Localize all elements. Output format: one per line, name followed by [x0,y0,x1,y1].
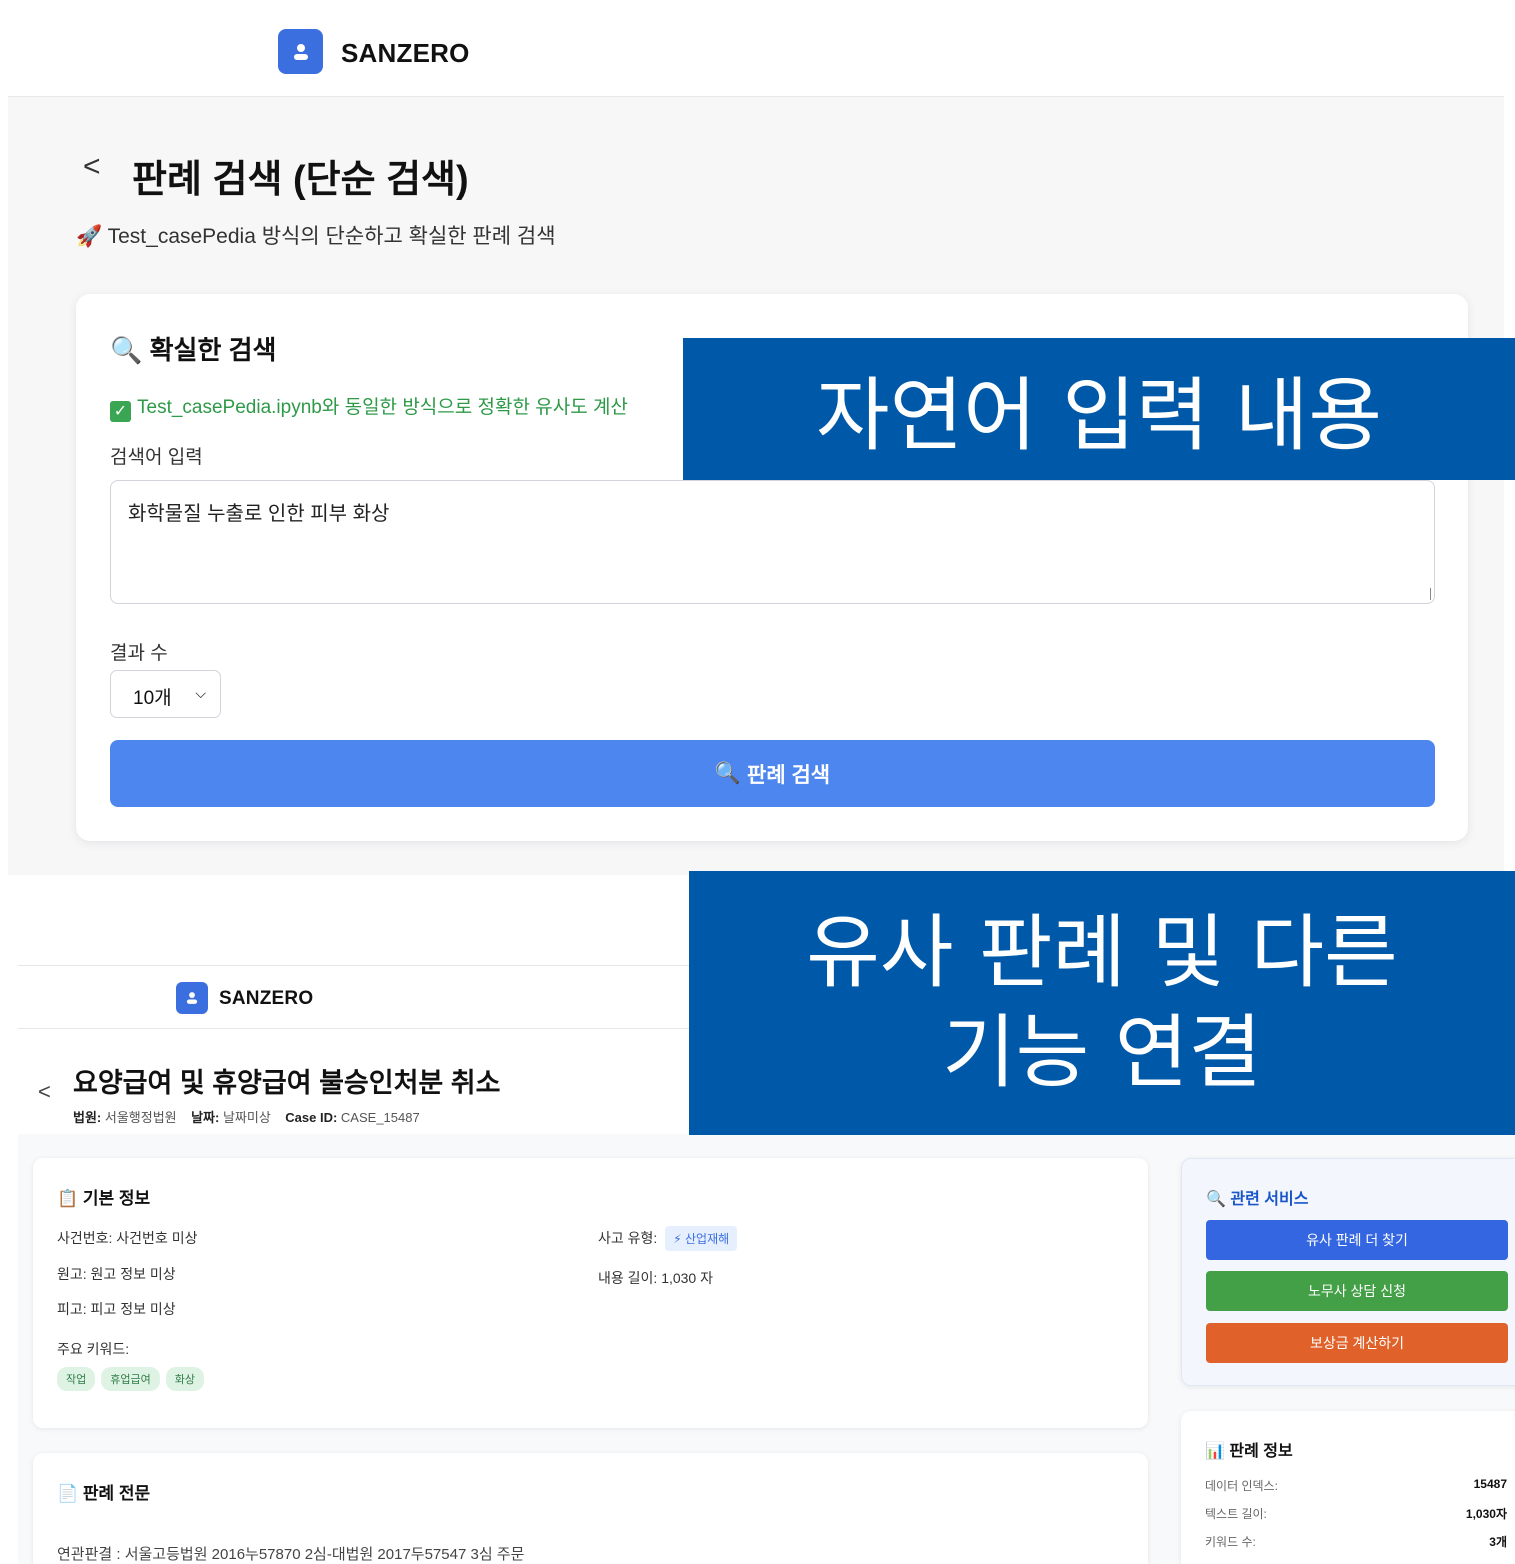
accident-type: 사고 유형: ⚡ 산업재해 [598,1226,738,1251]
keywords-label: 주요 키워드: [57,1341,130,1357]
find-similar-cases-button[interactable]: 유사 판례 더 찾기 [1206,1220,1508,1260]
result-count-value[interactable]: 10개 [133,688,172,709]
callout-text-line2: 기능 연결 [942,1006,1262,1099]
magnifier-icon: 🔍 [1206,1191,1226,1208]
case-id-value: CASE_15487 [340,1110,420,1125]
defendant: 피고: 피고 정보 미상 [57,1301,176,1317]
result-count-select[interactable]: 10개 ⌵ [110,670,221,718]
query-label: 검색어 입력 [110,447,203,468]
back-icon[interactable]: < [83,150,101,184]
info-value: 1,030자 [1465,1507,1507,1521]
query-text[interactable]: 화학물질 누출로 인한 피부 화상 [128,503,389,525]
info-key: 키워드 수: [1205,1535,1256,1549]
chevron-down-icon[interactable]: ⌵ [195,685,206,702]
info-key: 텍스트 길이: [1205,1507,1267,1521]
accuracy-notice: ✓ Test_casePedia.ipynb와 동일한 방식으로 정확한 유사도 … [110,392,628,422]
page-subtitle: 🚀 Test_casePedia 방식의 단순하고 확실한 판례 검색 [76,220,556,250]
brand-name[interactable]: SANZERO [219,988,313,1010]
query-textarea[interactable]: 화학물질 누출로 인한 피부 화상 [110,480,1435,604]
basic-info-title: 📋 기본 정보 [57,1184,150,1209]
find-similar-cases-label: 유사 판례 더 찾기 [1306,1232,1408,1248]
count-label: 결과 수 [110,643,168,664]
callout-text-line1: 유사 판례 및 다른 [806,906,1398,999]
case-meta: 법원: 서울행정법원 날짜: 날짜미상 Case ID: CASE_15487 [73,1107,420,1126]
keyword-tags: 작업 휴업급여 화상 [57,1367,210,1391]
info-value: 15487 [1473,1477,1507,1491]
app-logo-icon[interactable] [278,29,323,74]
callout-text: 자연어 입력 내용 [815,369,1383,462]
court-label: 법원: [73,1110,102,1125]
court-value: 서울행정법원 [104,1110,177,1125]
document-icon: 📄 [57,1484,79,1503]
accuracy-notice-text: Test_casePedia.ipynb와 동일한 방식으로 정확한 유사도 계… [137,397,628,418]
full-text-body: 연관판결 : 서울고등법원 2016누57870 2심-대법원 2017두575… [57,1546,525,1563]
card-title: 🔍 확실한 검색 [110,330,276,367]
content-length: 내용 길이: 1,030 자 [598,1270,713,1286]
checkmark-icon: ✓ [110,401,131,422]
subtitle-text: Test_casePedia 방식의 단순하고 확실한 판례 검색 [107,225,556,248]
case-info-title-text: 판례 정보 [1229,1443,1293,1460]
info-row-length: 텍스트 길이: 1,030자 [1205,1505,1507,1522]
full-text-title: 📄 판례 전문 [57,1479,150,1504]
compensation-calc-label: 보상금 계산하기 [1309,1335,1405,1351]
date-label: 날짜: [191,1110,220,1125]
case-id-label: Case ID: [285,1110,338,1125]
search-button-label: 판례 검색 [747,763,831,787]
basic-info-title-text: 기본 정보 [82,1189,151,1208]
rocket-icon: 🚀 [76,225,103,248]
card-title-text: 확실한 검색 [149,335,277,365]
case-title: 요양급여 및 휴양급여 불승인처분 취소 [73,1068,501,1098]
accident-type-value: 산업재해 [684,1232,730,1246]
case-info-card: 📊 판례 정보 데이터 인덱스: 15487 텍스트 길이: 1,030자 키워드 … [1181,1411,1515,1564]
related-services-card: 🔍 관련 서비스 유사 판례 더 찾기 노무사 상담 신청 보상금 계산하기 [1181,1158,1515,1386]
search-button[interactable]: 🔍 판례 검색 [110,740,1435,807]
full-text-card: 📄 판례 전문 연관판결 : 서울고등법원 2016누57870 2심-대법원 … [33,1453,1148,1564]
labor-consult-label: 노무사 상담 신청 [1308,1283,1406,1299]
compensation-calc-button[interactable]: 보상금 계산하기 [1206,1323,1508,1363]
info-value: 3개 [1489,1535,1507,1549]
keyword-tag[interactable]: 화상 [165,1367,204,1391]
full-text-title-text: 판례 전문 [82,1484,151,1503]
related-services-title-text: 관련 서비스 [1230,1191,1309,1208]
brand-name[interactable]: SANZERO [341,38,470,69]
magnifier-icon: 🔍 [714,761,742,785]
clipboard-icon: 📋 [57,1189,79,1208]
accident-type-label: 사고 유형: [598,1230,658,1246]
info-row-keywords: 키워드 수: 3개 [1205,1533,1507,1550]
app-header: SANZERO [8,0,1504,97]
lightning-icon: ⚡ [673,1232,682,1246]
plaintiff: 원고: 원고 정보 미상 [57,1266,176,1282]
similar-cases-callout: 유사 판례 및 다른 기능 연결 [689,871,1515,1135]
app-logo-icon[interactable] [176,982,208,1014]
natural-language-input-callout: 자연어 입력 내용 [683,338,1515,480]
bar-chart-icon: 📊 [1205,1443,1225,1460]
date-value: 날짜미상 [222,1110,271,1125]
labor-consult-button[interactable]: 노무사 상담 신청 [1206,1271,1508,1311]
keyword-tag[interactable]: 작업 [57,1367,96,1391]
accident-type-badge: ⚡ 산업재해 [665,1226,738,1251]
keyword-tag[interactable]: 휴업급여 [101,1367,160,1391]
resize-handle-icon[interactable] [1419,588,1431,600]
case-number: 사건번호: 사건번호 미상 [57,1230,198,1246]
info-key: 데이터 인덱스: [1205,1479,1278,1493]
magnifier-icon: 🔍 [110,335,143,365]
page-title: 판례 검색 (단순 검색) [132,159,469,201]
case-info-title: 📊 판례 정보 [1205,1437,1293,1461]
back-icon[interactable]: < [38,1079,51,1105]
info-row-index: 데이터 인덱스: 15487 [1205,1477,1507,1494]
basic-info-card: 📋 기본 정보 사건번호: 사건번호 미상 원고: 원고 정보 미상 피고: 피… [33,1158,1148,1428]
related-services-title: 🔍 관련 서비스 [1206,1185,1308,1209]
